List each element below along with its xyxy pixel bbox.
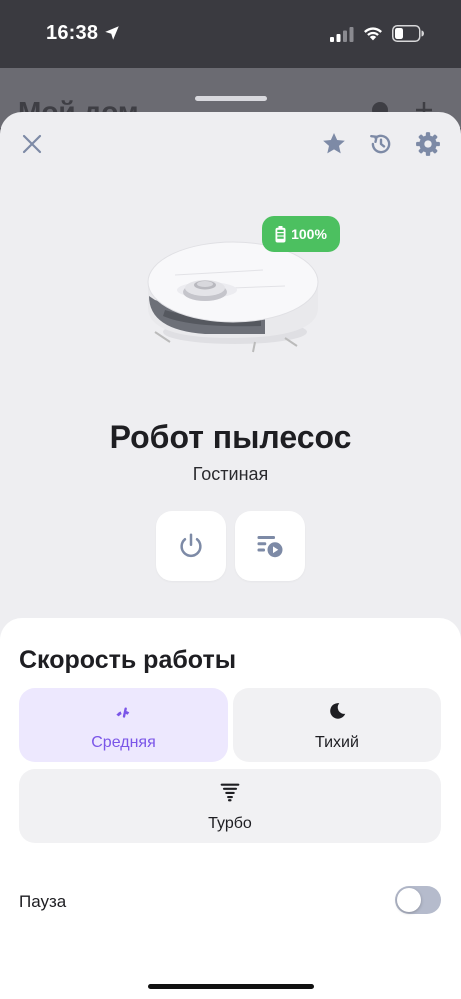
mode-turbo-label: Турбо xyxy=(208,815,252,832)
home-indicator xyxy=(148,984,314,989)
device-name: Робот пылесос xyxy=(109,419,352,455)
mode-medium-label: Средняя xyxy=(91,734,156,751)
mode-quiet-label: Тихий xyxy=(315,734,359,751)
pause-toggle[interactable] xyxy=(395,886,441,914)
history-button[interactable] xyxy=(366,129,396,159)
mode-quiet-button[interactable]: Тихий xyxy=(233,688,441,762)
settings-button[interactable] xyxy=(413,129,443,159)
favorite-button[interactable] xyxy=(319,129,349,159)
gauge-icon xyxy=(115,707,132,718)
status-bar: 16:38 xyxy=(0,0,461,68)
wifi-icon xyxy=(364,27,382,41)
location-arrow-icon xyxy=(105,26,119,40)
gear-icon xyxy=(416,132,440,156)
tornado-icon xyxy=(220,783,240,802)
status-time: 16:38 xyxy=(46,22,99,44)
pause-label: Пауза xyxy=(19,892,67,911)
power-button[interactable] xyxy=(156,511,226,581)
mode-turbo-button[interactable]: Турбо xyxy=(19,769,441,843)
speed-panel: Скорость работы Средняя Тихий Турбо Пауз… xyxy=(0,618,461,999)
history-icon xyxy=(370,134,391,154)
battery-status-icon xyxy=(392,25,424,42)
moon-icon xyxy=(330,703,346,719)
battery-icon xyxy=(275,225,286,242)
scenarios-button[interactable] xyxy=(235,511,305,581)
close-icon xyxy=(22,134,42,154)
mode-medium-button[interactable]: Средняя xyxy=(19,688,228,762)
pause-toggle-knob xyxy=(397,888,421,912)
playlist-play-icon xyxy=(257,536,283,558)
close-button[interactable] xyxy=(17,129,47,159)
device-room: Гостиная xyxy=(192,464,269,484)
speed-title: Скорость работы xyxy=(19,646,237,674)
sheet-grabber[interactable] xyxy=(195,96,267,101)
battery-percent: 100% xyxy=(291,226,327,242)
star-icon xyxy=(323,132,345,154)
battery-badge: 100% xyxy=(262,216,340,252)
power-icon xyxy=(180,533,202,558)
cellular-signal-icon xyxy=(330,27,354,42)
